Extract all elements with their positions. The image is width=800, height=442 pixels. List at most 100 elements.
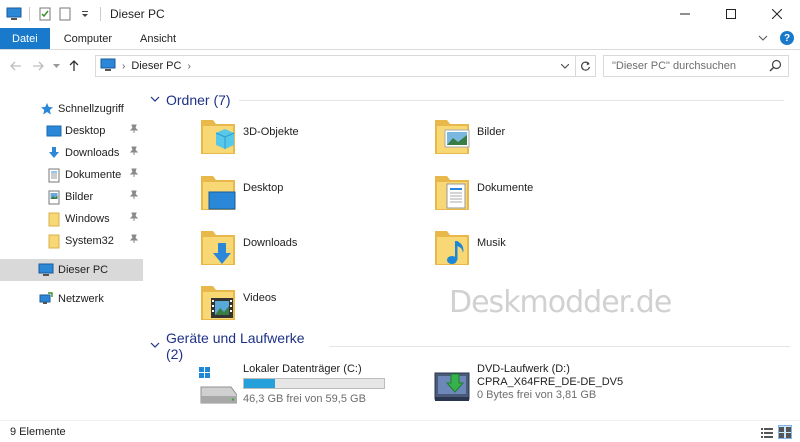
new-folder-icon[interactable]: [57, 6, 73, 22]
drive-name: Lokaler Datenträger (C:): [243, 363, 362, 375]
sidebar-item-quick-access[interactable]: Schnellzugriff: [0, 98, 143, 120]
folder-tile[interactable]: Videos: [199, 282, 419, 328]
drive-usage-fill: [244, 379, 275, 388]
pin-icon[interactable]: [129, 212, 139, 225]
breadcrumb-chevron-icon[interactable]: ›: [187, 61, 190, 72]
expand-ribbon-icon[interactable]: [758, 33, 768, 43]
breadcrumb-chevron-icon[interactable]: ›: [122, 61, 125, 72]
sidebar-item-pictures[interactable]: Bilder: [0, 186, 143, 208]
search-box[interactable]: [603, 55, 789, 77]
sidebar-item-label: System32: [65, 235, 114, 247]
pin-icon[interactable]: [129, 190, 139, 203]
customize-toolbar-icon[interactable]: [77, 6, 93, 22]
properties-icon[interactable]: [37, 6, 53, 22]
recent-locations-button[interactable]: [49, 55, 63, 77]
ribbon-right-controls: ?: [758, 31, 794, 45]
search-input[interactable]: [612, 60, 772, 72]
sidebar-item-label: Windows: [65, 213, 110, 225]
folder-tile[interactable]: Downloads: [199, 227, 419, 273]
drive-tile-c[interactable]: Lokaler Datenträger (C:) 46,3 GB frei vo…: [199, 363, 419, 409]
folder-tile[interactable]: Musik: [433, 227, 653, 273]
folder-tile[interactable]: Dokumente: [433, 172, 653, 218]
sidebar-item-system32[interactable]: System32: [0, 230, 143, 252]
ribbon-tabs: Datei Computer Ansicht ?: [0, 28, 800, 50]
close-icon: [772, 9, 782, 19]
star-icon: [39, 101, 55, 117]
chevron-down-icon: [52, 63, 60, 68]
tab-file[interactable]: Datei: [0, 28, 50, 49]
pin-icon[interactable]: [129, 168, 139, 181]
window-controls: [662, 0, 800, 28]
group-divider: [328, 345, 790, 347]
computer-icon[interactable]: [6, 6, 22, 22]
sidebar-item-this-pc[interactable]: Dieser PC: [0, 259, 143, 281]
chevron-down-icon[interactable]: [150, 341, 160, 352]
folder-name: Bilder: [477, 126, 506, 138]
tiles-view-button[interactable]: [778, 425, 792, 439]
sidebar-item-label: Desktop: [65, 125, 106, 137]
minimize-button[interactable]: [662, 0, 708, 28]
pin-icon[interactable]: [129, 146, 139, 159]
desktop-folder-icon: [201, 176, 236, 210]
back-button[interactable]: [5, 55, 27, 77]
sidebar-item-downloads[interactable]: Downloads: [0, 142, 143, 164]
breadcrumb-this-pc[interactable]: Dieser PC: [131, 60, 181, 72]
search-icon[interactable]: [769, 59, 782, 75]
pin-icon[interactable]: [129, 124, 139, 137]
hard-drive-icon: [199, 367, 237, 404]
toolbar-divider: [100, 7, 101, 21]
group-title: Ordner (7): [166, 92, 231, 108]
pictures-folder-icon: [435, 120, 470, 154]
network-icon: [38, 291, 54, 307]
help-button[interactable]: ?: [780, 31, 794, 45]
pictures-icon: [46, 189, 62, 205]
sidebar-item-windows[interactable]: Windows: [0, 208, 143, 230]
maximize-icon: [726, 9, 736, 19]
refresh-button[interactable]: [575, 56, 595, 76]
sidebar-item-network[interactable]: Netzwerk: [0, 288, 143, 310]
folder-tile[interactable]: Desktop: [199, 172, 419, 218]
toolbar-divider: [29, 7, 30, 21]
3d-objects-folder-icon: [201, 120, 235, 154]
address-bar[interactable]: › Dieser PC ›: [95, 55, 596, 77]
group-header-folders[interactable]: Ordner (7): [150, 90, 790, 110]
dvd-drive-icon: [434, 372, 470, 401]
up-button[interactable]: [63, 55, 85, 77]
tab-computer[interactable]: Computer: [50, 28, 126, 49]
chevron-down-icon: [561, 63, 569, 69]
drive-free-space: 46,3 GB frei von 59,5 GB: [243, 393, 366, 405]
videos-folder-icon: [201, 286, 235, 320]
arrow-left-icon: [10, 61, 21, 71]
sidebar-item-desktop[interactable]: Desktop: [0, 120, 143, 142]
desktop-icon: [46, 123, 62, 139]
pin-icon[interactable]: [129, 234, 139, 247]
drive-tile-d[interactable]: DVD-Laufwerk (D:) CPRA_X64FRE_DE-DE_DV5 …: [433, 363, 653, 409]
sidebar-item-label: Dokumente: [65, 169, 122, 181]
chevron-down-icon[interactable]: [150, 95, 160, 106]
folder-tile[interactable]: 3D-Objekte: [199, 116, 419, 162]
sidebar-item-label: Netzwerk: [58, 293, 104, 305]
refresh-icon: [581, 61, 591, 71]
drive-usage-bar: [243, 378, 385, 389]
sidebar-item-label: Dieser PC: [58, 264, 109, 276]
tab-view[interactable]: Ansicht: [126, 28, 190, 49]
music-folder-icon: [435, 231, 469, 265]
computer-icon: [38, 262, 54, 278]
details-view-button[interactable]: [760, 425, 774, 439]
address-history-dropdown[interactable]: [557, 56, 573, 76]
window-title: Dieser PC: [110, 7, 165, 21]
close-button[interactable]: [754, 0, 800, 28]
forward-button[interactable]: [27, 55, 49, 77]
watermark: Deskmodder.de: [449, 285, 672, 320]
title-bar: Dieser PC: [0, 0, 800, 28]
group-header-devices[interactable]: Geräte und Laufwerke (2): [150, 330, 790, 362]
maximize-button[interactable]: [708, 0, 754, 28]
sidebar-item-documents[interactable]: Dokumente: [0, 164, 143, 186]
folder-icon: [46, 233, 62, 249]
file-list: Ordner (7) 3D-Objekte Bilder Desktop Dok…: [143, 82, 800, 420]
view-switcher: [760, 425, 792, 439]
group-divider: [238, 99, 784, 101]
folder-name: 3D-Objekte: [243, 126, 299, 138]
folder-tile[interactable]: Bilder: [433, 116, 653, 162]
navigation-bar: › Dieser PC ›: [0, 50, 800, 82]
